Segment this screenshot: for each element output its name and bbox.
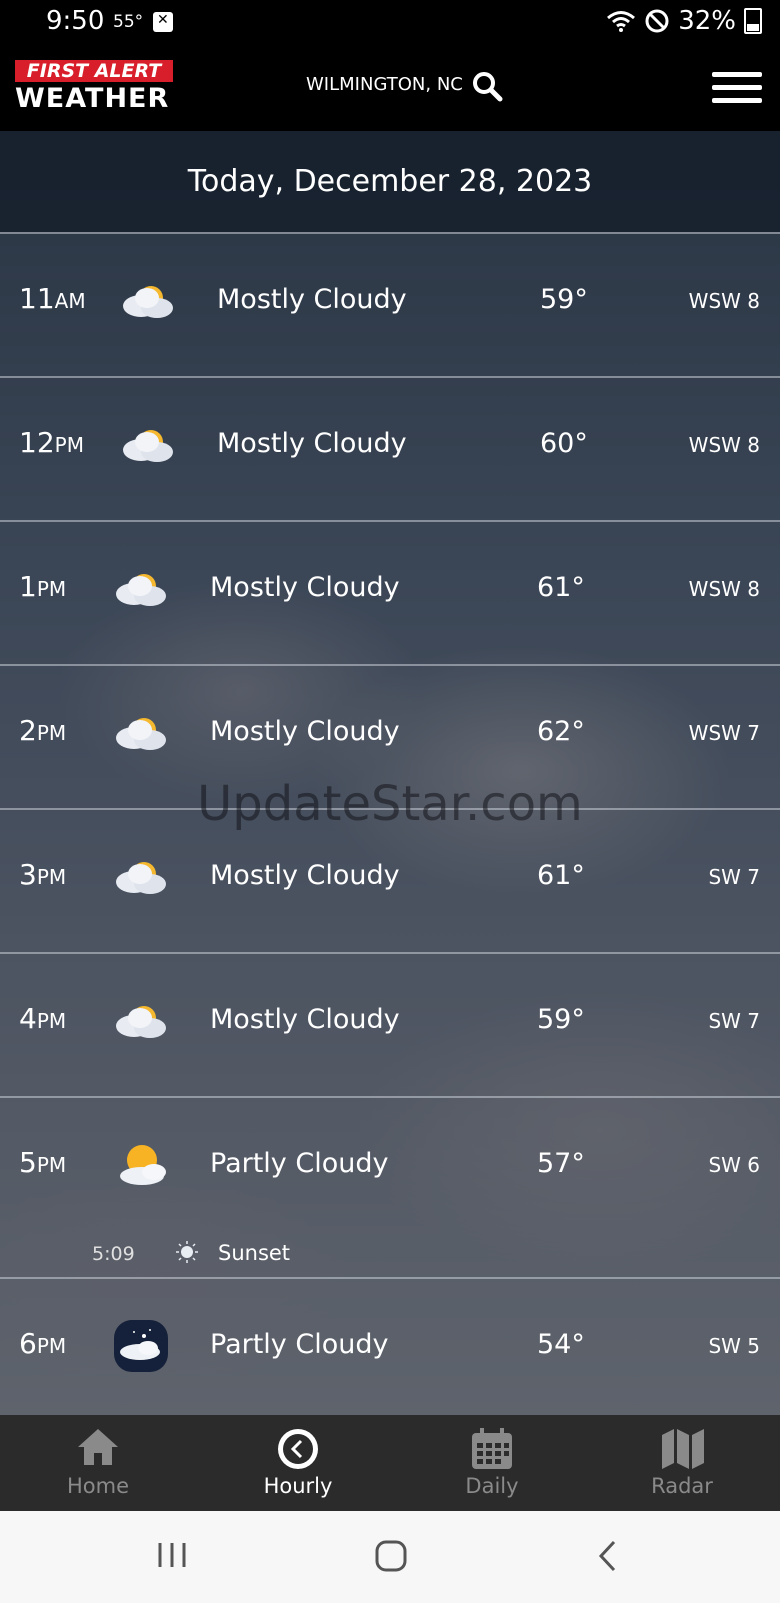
nav-daily-label: Daily — [465, 1474, 519, 1498]
mostly-cloudy-icon — [116, 574, 166, 606]
wind-text: SW 7 — [708, 1009, 760, 1033]
do-not-disturb-icon — [645, 9, 669, 33]
mostly-cloudy-icon — [116, 1006, 166, 1038]
condition-text: Mostly Cloudy — [217, 428, 407, 459]
partly-cloudy-night-icon — [114, 1320, 168, 1372]
temperature-text: 60° — [540, 428, 588, 459]
nav-hourly-label: Hourly — [263, 1474, 333, 1498]
temperature-text: 59° — [540, 284, 588, 315]
system-navigation-bar — [0, 1511, 780, 1603]
hour-label: 12PM — [19, 426, 84, 459]
nav-radar[interactable]: Radar — [622, 1415, 742, 1511]
hour-row[interactable]: 12PM Mostly Cloudy 60° WSW 8 — [0, 378, 780, 522]
hour-label: 5PM — [19, 1146, 67, 1179]
hour-label: 3PM — [19, 858, 67, 891]
wind-text: WSW 8 — [688, 289, 760, 313]
date-banner: Today, December 28, 2023 — [0, 131, 780, 234]
temperature-text: 54° — [537, 1329, 585, 1360]
wind-text: SW 7 — [708, 865, 760, 889]
nav-home[interactable]: Home — [38, 1415, 158, 1511]
back-icon[interactable] — [596, 1539, 620, 1573]
logo-first-alert: FIRST ALERT — [15, 60, 173, 82]
hour-row[interactable]: 11AM Mostly Cloudy 59° WSW 8 — [0, 234, 780, 378]
map-icon — [662, 1429, 704, 1469]
hour-label: 6PM — [19, 1327, 67, 1360]
nav-radar-label: Radar — [651, 1474, 713, 1498]
hour-row[interactable]: 5PM Partly Cloudy 57° SW 6 5:09 Sunset — [0, 1098, 780, 1279]
location-label[interactable]: WILMINGTON, NC — [306, 74, 463, 95]
wind-text: WSW 7 — [688, 721, 760, 745]
logo-weather: WEATHER — [15, 83, 170, 114]
hour-label: 2PM — [19, 714, 67, 747]
home-button-icon[interactable] — [374, 1539, 408, 1573]
app-header: FIRST ALERT WEATHER WILMINGTON, NC — [0, 46, 780, 131]
nav-hourly[interactable]: Hourly — [238, 1415, 358, 1511]
wifi-icon — [607, 11, 636, 32]
mostly-cloudy-icon — [116, 718, 166, 750]
wind-text: SW 5 — [708, 1334, 760, 1358]
search-icon[interactable] — [471, 70, 503, 102]
hour-row[interactable]: 4PM Mostly Cloudy 59° SW 7 — [0, 954, 780, 1098]
mostly-cloudy-icon — [123, 286, 173, 318]
status-right: 32% — [606, 6, 762, 36]
status-bar: 9:50 55° 32% — [0, 0, 780, 46]
condition-text: Mostly Cloudy — [210, 716, 400, 747]
temperature-text: 57° — [537, 1148, 585, 1179]
temperature-text: 61° — [537, 860, 585, 891]
wind-text: WSW 8 — [688, 577, 760, 601]
hour-row[interactable]: 1PM Mostly Cloudy 61° WSW 8 — [0, 522, 780, 666]
recent-apps-icon[interactable] — [156, 1539, 188, 1571]
status-temperature: 55° — [113, 12, 144, 32]
condition-text: Mostly Cloudy — [210, 860, 400, 891]
clock-icon — [278, 1429, 318, 1469]
mostly-cloudy-icon — [116, 862, 166, 894]
partly-cloudy-icon — [120, 1145, 166, 1185]
nav-daily[interactable]: Daily — [432, 1415, 552, 1511]
sunset-label: Sunset — [218, 1241, 291, 1265]
nav-home-label: Home — [66, 1474, 129, 1498]
calendar-icon — [472, 1428, 512, 1469]
hourly-forecast[interactable]: Today, December 28, 2023 11AM Mostly Clo… — [0, 131, 780, 1415]
bottom-nav: Home Hourly Daily Radar — [0, 1415, 780, 1511]
condition-text: Partly Cloudy — [210, 1148, 389, 1179]
wind-text: WSW 8 — [688, 433, 760, 457]
temperature-text: 62° — [537, 716, 585, 747]
condition-text: Mostly Cloudy — [210, 1004, 400, 1035]
hour-row[interactable]: 6PM Partly Cloudy 54° SW 5 — [0, 1279, 780, 1415]
hour-label: 4PM — [19, 1002, 67, 1035]
temperature-text: 59° — [537, 1004, 585, 1035]
mostly-cloudy-icon — [123, 430, 173, 462]
sunset-icon — [176, 1241, 198, 1263]
status-time: 9:50 — [46, 6, 105, 36]
notification-icon — [153, 12, 173, 32]
watermark: UpdateStar.com — [197, 776, 583, 832]
hamburger-menu-icon[interactable] — [712, 72, 762, 106]
hour-label: 11AM — [19, 282, 86, 315]
wind-text: SW 6 — [708, 1153, 760, 1177]
app-logo[interactable]: FIRST ALERT WEATHER — [15, 60, 173, 114]
sunset-time: 5:09 — [92, 1243, 135, 1265]
home-icon — [78, 1429, 118, 1465]
battery-percent: 32% — [678, 6, 736, 36]
temperature-text: 61° — [537, 572, 585, 603]
condition-text: Mostly Cloudy — [217, 284, 407, 315]
hour-label: 1PM — [19, 570, 67, 603]
condition-text: Partly Cloudy — [210, 1329, 389, 1360]
condition-text: Mostly Cloudy — [210, 572, 400, 603]
battery-icon — [744, 8, 762, 34]
